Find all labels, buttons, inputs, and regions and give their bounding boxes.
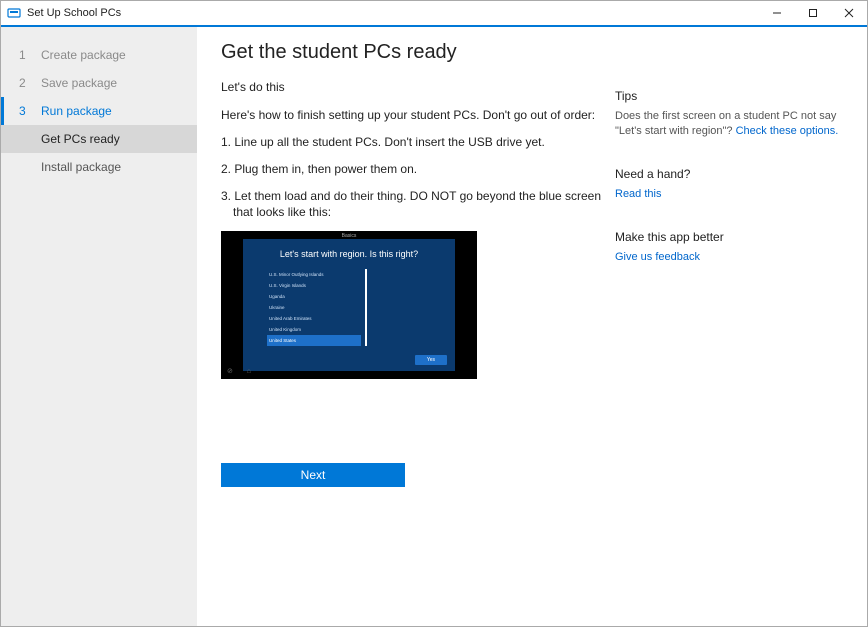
- oobe-item: United Kingdom: [267, 324, 361, 335]
- tips-text: Does the first screen on a student PC no…: [615, 109, 849, 139]
- next-button[interactable]: Next: [221, 463, 405, 487]
- feedback-link[interactable]: Give us feedback: [615, 251, 700, 263]
- check-options-link[interactable]: Check these options.: [736, 125, 839, 137]
- close-button[interactable]: [831, 1, 867, 25]
- app-icon: [7, 6, 21, 20]
- need-hand-block: Need a hand? Read this: [615, 167, 849, 202]
- app-title: Set Up School PCs: [27, 7, 121, 19]
- read-this-link[interactable]: Read this: [615, 188, 661, 200]
- container: 1 Create package 2 Save package 3 Run pa…: [1, 27, 867, 626]
- titlebar: Set Up School PCs: [1, 1, 867, 27]
- oobe-item-selected: United States: [267, 335, 361, 346]
- oobe-region-list: U.S. Minor Outlying Islands U.S. Virgin …: [267, 269, 367, 346]
- step-label: Run package: [41, 104, 112, 118]
- step-number: 1: [19, 48, 29, 62]
- page-subtitle: Let's do this: [221, 80, 601, 94]
- sidebar: 1 Create package 2 Save package 3 Run pa…: [1, 27, 197, 626]
- main-column: Get the student PCs ready Let's do this …: [221, 41, 601, 626]
- tips-heading: Tips: [615, 89, 849, 103]
- oobe-yes-button: Yes: [415, 355, 447, 365]
- step-label: Create package: [41, 48, 126, 62]
- page-title: Get the student PCs ready: [221, 41, 601, 64]
- instruction-step-2: 2. Plug them in, then power them on.: [221, 161, 601, 178]
- window-controls: [759, 1, 867, 25]
- tips-block: Tips Does the first screen on a student …: [615, 89, 849, 139]
- substep-get-pcs-ready[interactable]: Get PCs ready: [1, 125, 197, 153]
- substep-label: Install package: [41, 160, 121, 174]
- oobe-heading: Let's start with region. Is this right?: [261, 249, 437, 259]
- substep-install-package[interactable]: Install package: [1, 153, 197, 181]
- maximize-button[interactable]: [795, 1, 831, 25]
- oobe-item: United Arab Emirates: [267, 313, 361, 324]
- titlebar-left: Set Up School PCs: [7, 6, 121, 20]
- content: Get the student PCs ready Let's do this …: [197, 27, 867, 626]
- step-label: Save package: [41, 76, 117, 90]
- oobe-item: Ukraine: [267, 302, 361, 313]
- oobe-inner: Let's start with region. Is this right? …: [243, 239, 455, 371]
- make-better-heading: Make this app better: [615, 230, 849, 244]
- intro-text: Here's how to finish setting up your stu…: [221, 108, 601, 122]
- step-number: 3: [19, 104, 29, 118]
- oobe-accessibility-icon: ⊘ ⌂: [227, 367, 253, 375]
- instruction-step-3: 3. Let them load and do their thing. DO …: [221, 188, 601, 222]
- tips-column: Tips Does the first screen on a student …: [601, 41, 849, 626]
- instruction-step-1: 1. Line up all the student PCs. Don't in…: [221, 134, 601, 151]
- step-number: 2: [19, 76, 29, 90]
- oobe-item: Uganda: [267, 291, 361, 302]
- oobe-screenshot: Basics Let's start with region. Is this …: [221, 231, 477, 379]
- oobe-item: U.S. Virgin Islands: [267, 280, 361, 291]
- step-save-package[interactable]: 2 Save package: [1, 69, 197, 97]
- minimize-button[interactable]: [759, 1, 795, 25]
- need-hand-heading: Need a hand?: [615, 167, 849, 181]
- step-run-package[interactable]: 3 Run package: [1, 97, 197, 125]
- step-create-package[interactable]: 1 Create package: [1, 41, 197, 69]
- oobe-item: U.S. Minor Outlying Islands: [267, 269, 361, 280]
- substep-label: Get PCs ready: [41, 132, 120, 146]
- make-better-block: Make this app better Give us feedback: [615, 230, 849, 265]
